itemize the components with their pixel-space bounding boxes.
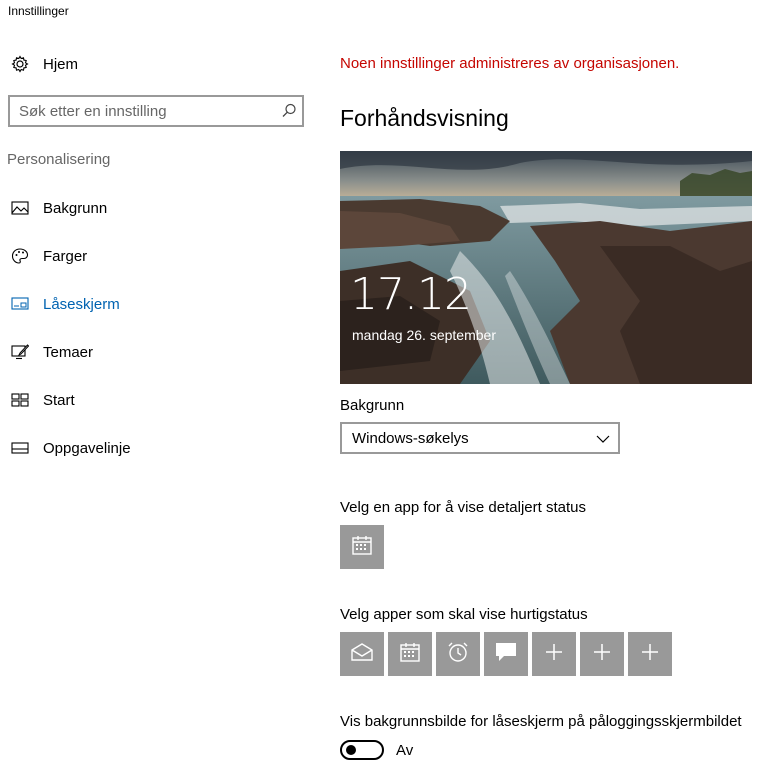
plus-icon	[593, 643, 611, 666]
preview-background-image	[340, 151, 752, 384]
sidebar-item-label: Bakgrunn	[43, 199, 108, 217]
alarm-icon	[446, 640, 470, 669]
nav-home-label: Hjem	[43, 55, 79, 73]
lockscreen-preview: 17.12 mandag 26. september	[340, 151, 752, 384]
preview-date: mandag 26. september	[352, 327, 496, 343]
quick-status-add-3[interactable]	[628, 632, 672, 676]
start-icon	[8, 388, 32, 412]
sidebar-item-label: Temaer	[43, 343, 94, 361]
preview-heading: Forhåndsvisning	[340, 105, 509, 131]
search-input[interactable]	[10, 102, 270, 120]
mail-icon	[350, 642, 374, 667]
sidebar-item-temaer[interactable]: Temaer	[8, 338, 308, 366]
themes-icon	[8, 340, 32, 364]
calendar-icon	[399, 641, 421, 668]
signin-bg-state: Av	[396, 742, 414, 759]
sidebar-item-label: Oppgavelinje	[43, 439, 131, 457]
preview-time: 17.12	[350, 269, 472, 320]
sidebar-item-bakgrunn[interactable]: Bakgrunn	[8, 194, 308, 222]
plus-icon	[641, 643, 659, 666]
background-select-value: Windows-søkelys	[352, 429, 469, 447]
chevron-down-icon	[596, 430, 610, 447]
signin-bg-label: Vis bakgrunnsbilde for låseskjerm på pål…	[340, 713, 742, 730]
org-notice: Noen innstillinger administreres av orga…	[340, 55, 680, 72]
search-icon[interactable]	[280, 102, 298, 125]
lockscreen-icon	[8, 292, 32, 316]
section-label: Personalisering	[7, 151, 111, 168]
quick-status-app-mail[interactable]	[340, 632, 384, 676]
quick-status-add-2[interactable]	[580, 632, 624, 676]
search-box[interactable]	[8, 95, 304, 127]
sidebar-item-label: Låseskjerm	[43, 295, 120, 313]
sidebar-item-laseskjerm[interactable]: Låseskjerm	[8, 290, 308, 318]
background-label: Bakgrunn	[340, 397, 405, 414]
sidebar-item-oppgavelinje[interactable]: Oppgavelinje	[8, 434, 308, 462]
quick-status-add-1[interactable]	[532, 632, 576, 676]
background-select[interactable]: Windows-søkelys	[340, 422, 620, 454]
taskbar-icon	[8, 436, 32, 460]
nav-home[interactable]: Hjem	[8, 52, 308, 76]
sidebar-item-farger[interactable]: Farger	[8, 242, 308, 270]
palette-icon	[8, 244, 32, 268]
picture-icon	[8, 196, 32, 220]
gear-icon	[8, 52, 32, 76]
toggle-knob	[346, 745, 356, 755]
detailed-status-app-button[interactable]	[340, 525, 384, 569]
sidebar-item-start[interactable]: Start	[8, 386, 308, 414]
plus-icon	[545, 643, 563, 666]
sidebar-item-label: Start	[43, 391, 75, 409]
quick-status-app-calendar[interactable]	[388, 632, 432, 676]
window-title: Innstillinger	[8, 4, 69, 18]
signin-bg-toggle[interactable]	[340, 740, 384, 760]
detailed-status-label: Velg en app for å vise detaljert status	[340, 499, 586, 516]
calendar-icon	[351, 534, 373, 561]
sidebar-item-label: Farger	[43, 247, 88, 265]
quick-status-label: Velg apper som skal vise hurtigstatus	[340, 606, 588, 623]
quick-status-app-alarm[interactable]	[436, 632, 480, 676]
quick-status-app-message[interactable]	[484, 632, 528, 676]
message-icon	[494, 641, 518, 668]
